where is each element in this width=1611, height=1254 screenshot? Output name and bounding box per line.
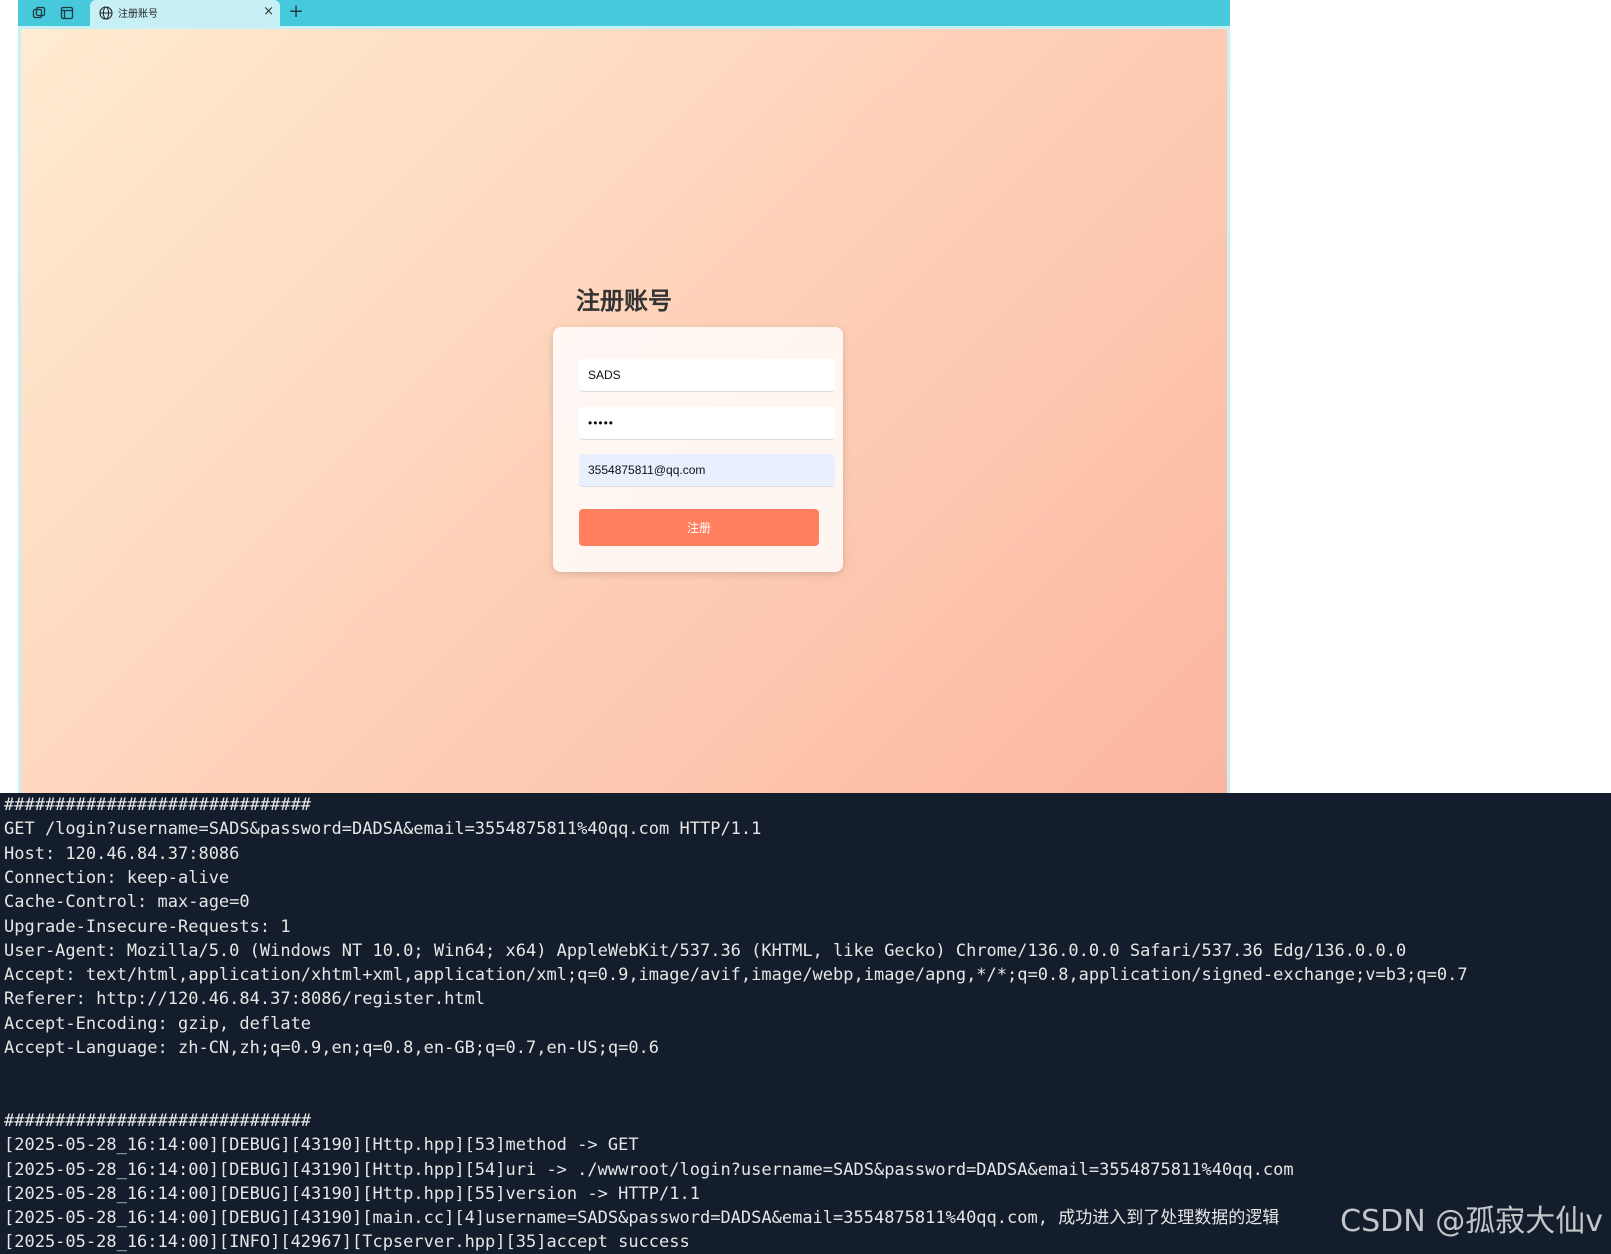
terminal-line: Accept-Encoding: gzip, deflate xyxy=(4,1013,312,1034)
terminal-line: Referer: http://120.46.84.37:8086/regist… xyxy=(4,989,486,1010)
terminal-line: [2025-05-28_16:14:00][DEBUG][43190][Http… xyxy=(4,1159,1294,1180)
workspaces-icon[interactable] xyxy=(30,4,48,22)
terminal-line: Upgrade-Insecure-Requests: 1 xyxy=(4,916,291,937)
terminal-line: Host: 120.46.84.37:8086 xyxy=(4,843,240,864)
watermark: CSDN @孤寂大仙v xyxy=(1340,1204,1603,1239)
terminal-output: ############################## GET /login… xyxy=(0,793,1611,1254)
terminal-line: [2025-05-28_16:14:00][DEBUG][43190][Http… xyxy=(4,1183,700,1204)
terminal-line: [2025-05-28_16:14:00][DEBUG][43190][Http… xyxy=(4,1135,639,1156)
terminal-line: [2025-05-28_16:14:00][DEBUG][43190][main… xyxy=(4,1208,1280,1229)
terminal-line: [2025-05-28_16:14:00][INFO][42967][Tcpse… xyxy=(4,1232,690,1253)
terminal-line: Cache-Control: max-age=0 xyxy=(4,892,250,913)
terminal-line: Accept-Language: zh-CN,zh;q=0.9,en;q=0.8… xyxy=(4,1038,660,1058)
tab-bar: 注册账号 × + xyxy=(18,0,1230,26)
register-button[interactable]: 注册 xyxy=(579,509,819,546)
register-form: 注册 xyxy=(553,327,843,572)
new-tab-button[interactable]: + xyxy=(286,2,306,22)
terminal-line: ############################## xyxy=(4,795,312,815)
terminal-line: Connection: keep-alive xyxy=(4,867,230,888)
page-viewport: 注册账号 注册 xyxy=(21,29,1227,793)
password-field[interactable] xyxy=(579,407,835,440)
close-tab-icon[interactable]: × xyxy=(263,3,274,21)
tab-title: 注册账号 xyxy=(118,9,158,20)
terminal-line: ############################## xyxy=(4,1110,312,1131)
tab-actions-icon[interactable] xyxy=(58,4,76,22)
page-title: 注册账号 xyxy=(576,287,672,315)
browser-window: 注册账号 × + 注册账号 注册 xyxy=(18,0,1230,793)
tab-register[interactable]: 注册账号 × xyxy=(90,0,280,26)
username-field[interactable] xyxy=(579,359,835,392)
terminal-line: User-Agent: Mozilla/5.0 (Windows NT 10.0… xyxy=(4,940,1407,961)
email-field[interactable] xyxy=(579,454,835,487)
terminal-line: GET /login?username=SADS&password=DADSA&… xyxy=(4,819,762,840)
terminal-line: Accept: text/html,application/xhtml+xml,… xyxy=(4,965,1468,986)
globe-icon xyxy=(99,6,113,20)
